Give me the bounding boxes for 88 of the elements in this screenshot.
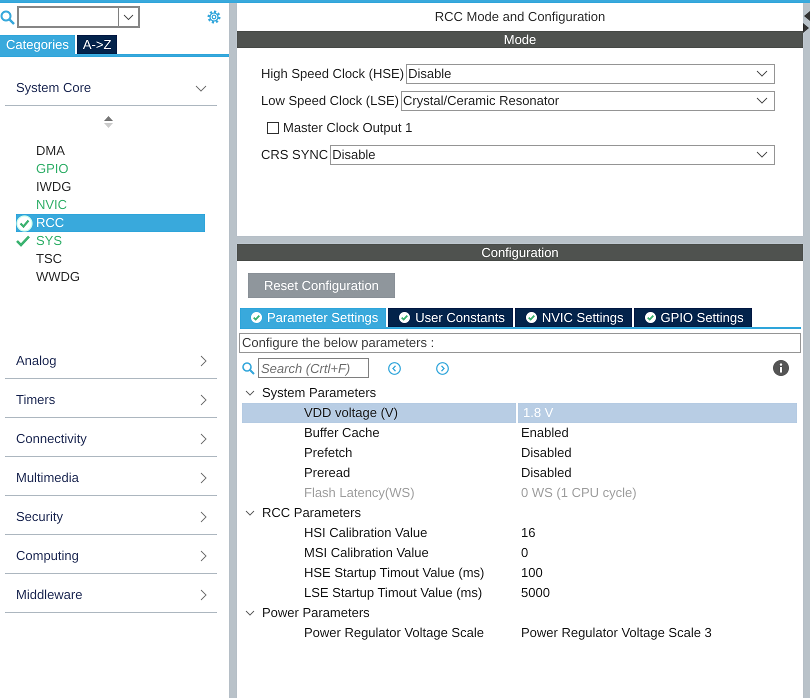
- chevron-down-icon: [756, 151, 768, 158]
- peripheral-item[interactable]: TSC: [16, 250, 205, 268]
- parameter-row[interactable]: HSI Calibration Value 16: [242, 523, 797, 543]
- parameter-name: Prefetch: [304, 445, 352, 460]
- parameter-row[interactable]: Preread Disabled: [242, 463, 797, 483]
- parameter-name: VDD voltage (V): [304, 405, 398, 420]
- check-circle-icon: [399, 312, 410, 323]
- chevron-down-icon[interactable]: [123, 14, 134, 20]
- parameter-value[interactable]: Enabled: [521, 423, 569, 443]
- category-header[interactable]: System Core: [5, 71, 217, 106]
- view-tab[interactable]: A->Z: [76, 35, 118, 54]
- parameter-value[interactable]: 16: [521, 523, 536, 543]
- peripheral-item[interactable]: WWDG: [16, 268, 205, 286]
- section-header: Mode: [237, 31, 803, 48]
- dropdown-field[interactable]: Disable: [330, 144, 775, 164]
- parameter-value[interactable]: 100: [521, 563, 543, 583]
- parameter-value[interactable]: Disabled: [521, 463, 572, 483]
- checkbox-label[interactable]: Master Clock Output 1: [283, 118, 412, 138]
- peripheral-item[interactable]: IWDG: [16, 178, 205, 196]
- parameter-value: 0 WS (1 CPU cycle): [521, 484, 637, 502]
- category-header[interactable]: Middleware: [5, 578, 217, 613]
- parameter-name: HSE Startup Timout Value (ms): [304, 565, 484, 580]
- parameter-name: LSE Startup Timout Value (ms): [304, 585, 482, 600]
- peripheral-item[interactable]: DMA: [16, 142, 205, 160]
- panel-title: RCC Mode and Configuration: [434, 8, 606, 26]
- chevron-right-icon: [200, 550, 207, 562]
- config-tab[interactable]: GPIO Settings: [634, 308, 752, 327]
- parameter-value[interactable]: Power Regulator Voltage Scale 3: [521, 623, 712, 643]
- dropdown-field[interactable]: Crystal/Ceramic Resonator: [401, 90, 775, 110]
- check-circle-icon: [251, 312, 262, 323]
- chevron-down-icon: [756, 70, 768, 77]
- info-icon[interactable]: [773, 360, 789, 376]
- parameter-name: HSI Calibration Value: [304, 525, 428, 540]
- check-circle-icon: [526, 312, 537, 323]
- search-icon: [242, 362, 255, 374]
- category-header[interactable]: Analog: [5, 344, 217, 379]
- parameter-value[interactable]: 5000: [521, 583, 550, 603]
- search-icon: [0, 10, 15, 24]
- chevron-right-icon: [200, 589, 207, 601]
- chevron-down-icon: [195, 84, 207, 92]
- field-label: Low Speed Clock (LSE): [261, 92, 400, 110]
- chevron-right-icon: [200, 511, 207, 523]
- config-tab[interactable]: NVIC Settings: [514, 308, 632, 327]
- check-circle-icon: [644, 312, 656, 323]
- category-header[interactable]: Multimedia: [5, 461, 217, 496]
- parameter-row[interactable]: HSE Startup Timout Value (ms) 100: [242, 563, 797, 583]
- group-label: Power Parameters: [262, 604, 370, 622]
- category-header[interactable]: Computing: [5, 539, 217, 574]
- parameter-row[interactable]: Buffer Cache Enabled: [242, 423, 797, 443]
- checkbox[interactable]: [267, 122, 279, 134]
- chevron-down-icon: [756, 97, 768, 104]
- collapse-arrow-icon[interactable]: [803, 11, 810, 33]
- parameter-name: Power Regulator Voltage Scale: [304, 625, 484, 640]
- settings-icon[interactable]: [206, 9, 222, 25]
- chevron-down-icon[interactable]: [245, 510, 255, 516]
- previous-icon[interactable]: [388, 362, 401, 374]
- category-header[interactable]: Connectivity: [5, 422, 217, 457]
- dropdown-field[interactable]: Disable: [406, 64, 775, 84]
- parameter-row[interactable]: LSE Startup Timout Value (ms) 5000: [242, 583, 797, 603]
- chevron-right-icon: [200, 355, 207, 367]
- parameter-row[interactable]: Power Regulator Voltage Scale Power Regulator Voltage Scale 3: [242, 623, 797, 643]
- parameter-row[interactable]: MSI Calibration Value 0: [242, 543, 797, 563]
- next-icon[interactable]: [436, 362, 449, 374]
- parameter-value[interactable]: Disabled: [521, 443, 572, 463]
- search-field[interactable]: Search (Crtl+F): [258, 358, 369, 378]
- parameter-row[interactable]: Prefetch Disabled: [242, 443, 797, 463]
- chevron-down-icon[interactable]: [245, 610, 255, 616]
- group-label: System Parameters: [262, 384, 376, 402]
- parameter-name: Preread: [304, 465, 350, 480]
- chevron-down-icon[interactable]: [245, 390, 255, 396]
- parameter-value[interactable]: 0: [521, 543, 528, 563]
- config-tab[interactable]: User Constants: [388, 308, 513, 327]
- chevron-right-icon: [200, 394, 207, 406]
- parameter-name: Flash Latency(WS): [304, 485, 415, 500]
- field-label: High Speed Clock (HSE): [261, 64, 404, 83]
- parameter-row[interactable]: VDD voltage (V) 1.8 V: [242, 403, 797, 423]
- parameter-name: Buffer Cache: [304, 425, 380, 440]
- sort-icon[interactable]: [104, 116, 112, 128]
- group-label: RCC Parameters: [262, 504, 361, 522]
- field-label: CRS SYNC: [261, 146, 328, 164]
- chevron-right-icon: [200, 433, 207, 445]
- hint-text: Configure the below parameters :: [239, 333, 801, 353]
- category-header[interactable]: Security: [5, 500, 217, 535]
- section-header: Configuration: [237, 244, 803, 261]
- parameter-name: MSI Calibration Value: [304, 545, 429, 560]
- search-combo[interactable]: [17, 6, 140, 28]
- chevron-right-icon: [200, 472, 207, 484]
- category-header[interactable]: Timers: [5, 383, 217, 418]
